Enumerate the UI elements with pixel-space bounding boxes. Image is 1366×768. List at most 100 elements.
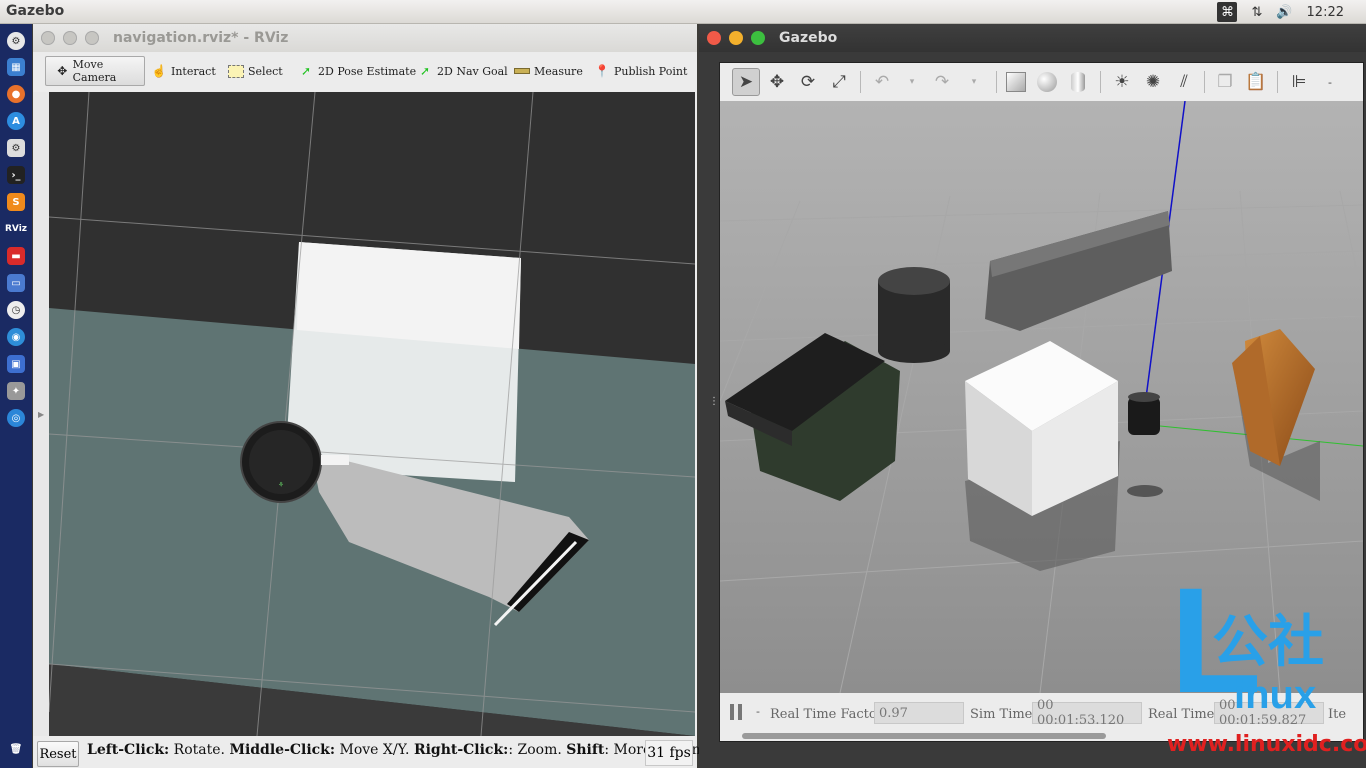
- rviz-3d-viewport[interactable]: ⚘: [49, 92, 695, 736]
- minimize-button[interactable]: [63, 31, 77, 45]
- hand-icon: ☝: [151, 64, 167, 78]
- move-camera-icon: ✥: [57, 64, 68, 78]
- gazebo-turtlebot: [1128, 397, 1160, 435]
- copy-icon[interactable]: ❐: [1211, 68, 1239, 96]
- dropdown-icon[interactable]: ▾: [960, 68, 988, 96]
- tool-select[interactable]: Select: [228, 58, 283, 84]
- green-arrow-icon: ➚: [300, 64, 312, 78]
- real-time-factor-value: 0.97: [874, 702, 964, 724]
- horizontal-scrollbar[interactable]: [742, 733, 1106, 739]
- gazebo-world-render: [720, 101, 1363, 693]
- box-icon[interactable]: [1002, 68, 1030, 96]
- pin-icon: 📍: [594, 64, 610, 78]
- cylinder-icon[interactable]: [1064, 68, 1092, 96]
- clock[interactable]: 12:22: [1307, 5, 1344, 20]
- vpn-icon[interactable]: ◉: [7, 328, 25, 346]
- tool-2d-pose-estimate[interactable]: ➚ 2D Pose Estimate: [298, 58, 416, 84]
- system-tray: ⌘ ⇅ 🔊 12:22: [1217, 0, 1358, 24]
- tool-publish-point[interactable]: 📍 Publish Point: [594, 58, 688, 84]
- gazebo-main-frame: ➤ ✥ ⟳ ⤢ ↶ ▾ ↷ ▾ ☀ ✺ ⫽ ❐ 📋 ⊫ - - Real Tim…: [719, 62, 1364, 742]
- sun-light-icon[interactable]: ☀: [1108, 68, 1136, 96]
- volume-icon[interactable]: 🔊: [1276, 5, 1292, 20]
- redo-icon[interactable]: ↷: [928, 68, 956, 96]
- remote-icon[interactable]: ▣: [7, 355, 25, 373]
- clock-icon[interactable]: ◷: [7, 301, 25, 319]
- tool-label: Interact: [171, 64, 216, 78]
- mouse-hint: Left-Click: Rotate. Middle-Click: Move X…: [87, 742, 712, 758]
- files-icon[interactable]: ▦: [7, 58, 25, 76]
- tool-move-camera[interactable]: ✥ Move Camera: [45, 56, 145, 86]
- fps-counter: 31 fps: [645, 740, 693, 766]
- terminal-icon[interactable]: ›_: [7, 166, 25, 184]
- active-app-name: Gazebo: [6, 3, 65, 19]
- trash-icon[interactable]: 🗑: [7, 740, 25, 758]
- real-time-value: 00 00:01:59.827: [1214, 698, 1324, 728]
- gazebo-3d-scene[interactable]: [720, 101, 1363, 693]
- tool-label: Move Camera: [72, 58, 117, 84]
- rviz-statusbar: Reset Left-Click: Rotate. Middle-Click: …: [33, 736, 712, 768]
- screen-icon[interactable]: ▬: [7, 247, 25, 265]
- dropdown-icon[interactable]: ▾: [898, 68, 926, 96]
- spot-light-icon[interactable]: ✺: [1139, 68, 1167, 96]
- select-icon: [228, 64, 244, 78]
- hint-key: Shift: [566, 742, 605, 758]
- tool-interact[interactable]: ☝ Interact: [151, 58, 216, 84]
- undo-icon[interactable]: ↶: [868, 68, 896, 96]
- minimize-button[interactable]: [729, 31, 743, 45]
- svg-text:⚘: ⚘: [278, 481, 284, 489]
- more-icon[interactable]: -: [1316, 68, 1344, 96]
- rviz-map-render: ⚘: [49, 92, 695, 736]
- settings-icon[interactable]: ⚙: [7, 32, 25, 50]
- step-icon[interactable]: -: [756, 705, 760, 718]
- ruler-icon: [514, 64, 530, 78]
- hint-key: Right-Click:: [413, 742, 509, 758]
- rviz-titlebar[interactable]: navigation.rviz* - RViz: [33, 24, 697, 52]
- rviz-toolbar: ✥ Move Camera ☝ Interact Select ➚ 2D Pos…: [33, 52, 697, 90]
- rviz-icon[interactable]: RViz: [5, 220, 27, 238]
- hint-key: Left-Click:: [87, 742, 170, 758]
- rviz-window: navigation.rviz* - RViz ✥ Move Camera ☝ …: [33, 24, 712, 768]
- network-icon[interactable]: ⇅: [1251, 5, 1262, 20]
- green-arrow-icon: ➚: [419, 64, 431, 78]
- appcenter-icon[interactable]: A: [7, 112, 25, 130]
- directional-light-icon[interactable]: ⫽: [1170, 68, 1198, 96]
- pause-button[interactable]: [728, 703, 746, 721]
- gazebo-window: Gazebo ⋮ ⋮ ➤ ✥ ⟳ ⤢ ↶ ▾ ↷ ▾ ☀ ✺ ⫽ ❐ 📋 ⊫: [699, 24, 1366, 768]
- scale-icon[interactable]: ⤢: [825, 68, 853, 96]
- gimp-icon[interactable]: ✦: [7, 382, 25, 400]
- sphere-icon[interactable]: [1033, 68, 1061, 96]
- real-time-factor-label: Real Time Factor:: [770, 707, 888, 722]
- tool-label: 2D Pose Estimate: [318, 64, 417, 78]
- sublime-icon[interactable]: S: [7, 193, 25, 211]
- iterations-label: Ite: [1328, 707, 1347, 722]
- rotate-icon[interactable]: ⟳: [794, 68, 822, 96]
- tool-measure[interactable]: Measure: [514, 58, 583, 84]
- close-button[interactable]: [707, 31, 721, 45]
- tool-label: Publish Point: [614, 64, 688, 78]
- maximize-button[interactable]: [85, 31, 99, 45]
- keyboard-icon[interactable]: ⌘: [1217, 2, 1238, 22]
- top-panel: Gazebo ⌘ ⇅ 🔊 12:22: [0, 0, 1366, 24]
- tool-label: Select: [248, 64, 283, 78]
- sim-time-label: Sim Time:: [970, 707, 1037, 722]
- close-button[interactable]: [41, 31, 55, 45]
- hint-key: Middle-Click:: [229, 742, 336, 758]
- select-arrow-icon[interactable]: ➤: [732, 68, 760, 96]
- browser-icon[interactable]: ◎: [7, 409, 25, 427]
- gazebo-titlebar[interactable]: Gazebo: [699, 24, 1366, 52]
- align-icon[interactable]: ⊫: [1285, 68, 1313, 96]
- hint-text: Rotate.: [169, 742, 230, 758]
- system-settings-icon[interactable]: ⚙: [7, 139, 25, 157]
- reset-button[interactable]: Reset: [37, 741, 79, 767]
- paste-icon[interactable]: 📋: [1242, 68, 1270, 96]
- maximize-button[interactable]: [751, 31, 765, 45]
- real-time-label: Real Time:: [1148, 707, 1219, 722]
- tool-2d-nav-goal[interactable]: ➚ 2D Nav Goal: [417, 58, 508, 84]
- firefox-icon[interactable]: ●: [7, 85, 25, 103]
- left-panel-handle[interactable]: ⋮: [709, 396, 719, 407]
- window-title: Gazebo: [779, 30, 838, 46]
- tool-label: Measure: [534, 64, 583, 78]
- translate-icon[interactable]: ✥: [763, 68, 791, 96]
- remote-desktop-icon[interactable]: ▭: [7, 274, 25, 292]
- panel-collapse-strip[interactable]: ▶: [33, 92, 49, 736]
